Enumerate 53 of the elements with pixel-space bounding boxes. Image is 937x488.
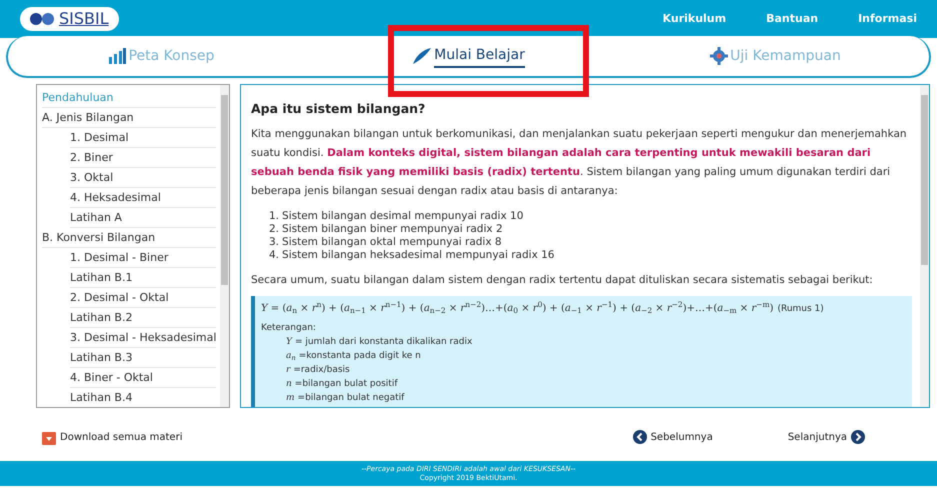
- sidebar-item[interactable]: Latihan B.1: [70, 268, 216, 288]
- sidebar-item[interactable]: Latihan A: [70, 208, 216, 228]
- scrollbar[interactable]: [220, 85, 229, 407]
- paragraph: Kita menggunakan bilangan untuk berkomunikasi, dan menjalankan suatu pekerjaan seperti mengukur dan menerjemahkan suatu kondisi. Dalam konteks digital, sistem bilangan adalah cara terpenting untuk mewakili besaran dari sebuah benda fisik yang memiliki basis (radix) tertentu. Sistem bilangan yang paling umum digunakan terdiri dari beberapa jenis bilangan sesuai dengan radix atau basis di antaranya:: [251, 127, 908, 199]
- symbol: r: [286, 364, 290, 377]
- formula-label: (Rumus 1): [777, 303, 824, 316]
- sidebar-item[interactable]: Latihan B.2: [70, 308, 216, 328]
- previous-link[interactable]: Sebelumnya: [632, 430, 713, 444]
- sidebar-item[interactable]: 4. Biner - Oktal: [70, 368, 216, 388]
- list-item: Sistem bilangan biner mempunyai radix 2: [282, 223, 503, 236]
- symbol: n: [286, 378, 292, 391]
- list-item: Sistem bilangan heksadesimal mempunyai radix 16: [282, 249, 554, 262]
- list-number: 3.: [269, 236, 280, 249]
- sidebar-item[interactable]: Latihan B.3: [70, 348, 216, 368]
- legend-title: Keterangan:: [261, 322, 317, 335]
- bar-chart-icon: [108, 48, 127, 64]
- sidebar-item[interactable]: 2. Biner: [70, 148, 216, 168]
- list-number: 1.: [269, 210, 280, 223]
- sidebar-item[interactable]: 4. Heksadesimal: [70, 188, 216, 208]
- chevron-left-icon: [632, 430, 647, 444]
- sidebar-item[interactable]: 1. Desimal: [70, 128, 216, 148]
- legend-text: =konstanta pada digit ke n: [298, 350, 421, 363]
- sidebar-item[interactable]: B. Konversi Bilangan: [42, 228, 216, 248]
- legend-text: = jumlah dari konstanta dikalikan radix: [294, 336, 472, 349]
- legend-text: =radix/basis: [293, 364, 350, 377]
- symbol: a$_{n}$: [286, 350, 296, 363]
- download-icon: [42, 432, 56, 444]
- symbol: Y: [286, 336, 292, 349]
- download-link[interactable]: Download semua materi: [42, 430, 182, 444]
- content-title: Apa itu sistem bilangan?: [251, 100, 426, 118]
- list-number: 2.: [269, 223, 280, 236]
- chevron-right-icon: [851, 430, 865, 444]
- symbol: m: [286, 392, 295, 405]
- scrollbar[interactable]: [920, 85, 929, 407]
- legend-text: =bilangan bulat positif: [294, 378, 398, 391]
- formula: Y = (a$_{n}$ × r$^{n}$) + (a$_{n−1}$ × r$^{n−1}$) + (a$_{n−2}$ × r$^{n−2}$)…+(a$_{0}$ × r$^{0}$) + (a$_{−1}$ × r$^{−1}$) + (a$_{−2}$ × r$^{−2}$)+…+(a$_{−m}$ × r$^{−m}$): [261, 299, 774, 317]
- sidebar-item[interactable]: 2. Desimal - Oktal: [70, 288, 216, 308]
- feather-icon: [412, 48, 432, 64]
- logo[interactable]: SISBIL: [20, 7, 119, 31]
- list-item: Sistem bilangan desimal mempunyai radix 10: [282, 210, 524, 223]
- sidebar-item[interactable]: 3. Desimal - Heksadesimal: [70, 328, 216, 348]
- next-link[interactable]: Selanjutnya: [788, 430, 865, 444]
- paragraph: Secara umum, suatu bilangan dalam sistem dengan radix tertentu dapat dituliskan secara sistematis sebagai berikut:: [251, 273, 874, 288]
- logo-icon: [30, 12, 56, 26]
- tab[interactable]: Mulai Belajar: [315, 44, 622, 68]
- legend-text: =bilangan bulat negatif: [298, 392, 404, 405]
- sidebar-item[interactable]: 3. Oktal: [70, 168, 216, 188]
- logo-text: SISBIL: [59, 8, 109, 30]
- sidebar-item[interactable]: 1. Desimal - Biner: [70, 248, 216, 268]
- sidebar-item[interactable]: A. Jenis Bilangan: [42, 108, 216, 128]
- list-number: 4.: [269, 249, 280, 262]
- list-item: Sistem bilangan oktal mempunyai radix 8: [282, 236, 502, 249]
- sidebar-item[interactable]: Latihan B.4: [70, 388, 216, 407]
